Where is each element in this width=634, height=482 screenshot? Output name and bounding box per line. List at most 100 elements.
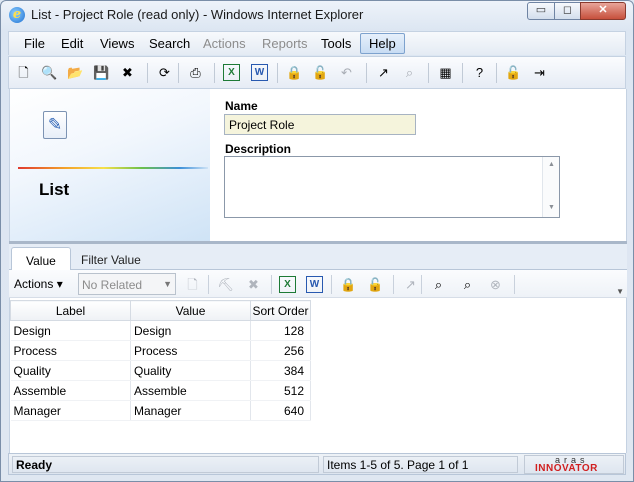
name-field[interactable]: [224, 114, 416, 135]
window-title: List - Project Role (read only) - Window…: [31, 7, 364, 22]
cell-label[interactable]: Design: [10, 320, 131, 341]
description-field[interactable]: ▲ ▼: [224, 156, 560, 218]
status-pagination: Items 1-5 of 5. Page 1 of 1: [323, 456, 518, 473]
new-icon[interactable]: 🗋: [15, 64, 32, 81]
cell-sort-order[interactable]: 384: [250, 360, 311, 381]
cell-value[interactable]: Manager: [130, 400, 251, 421]
toolbar-overflow-icon[interactable]: ▼: [616, 287, 624, 296]
open-icon[interactable]: 📂: [67, 64, 84, 81]
rainbow-divider: [18, 167, 208, 169]
toolbar-separator: [428, 63, 429, 83]
toolbar-separator: [208, 275, 209, 294]
maximize-button[interactable]: ◻: [554, 2, 581, 20]
unlock-relationship-icon[interactable]: 🔓: [367, 276, 384, 293]
related-select[interactable]: No Related ▼: [78, 273, 176, 295]
cell-sort-order[interactable]: 640: [250, 400, 311, 421]
toolbar-separator: [277, 63, 278, 83]
cancel-search-icon[interactable]: ⊗: [487, 276, 504, 293]
cell-value[interactable]: Process: [130, 340, 251, 361]
toolbar-separator: [462, 63, 463, 83]
undo-icon[interactable]: ↶: [338, 64, 355, 81]
relationship-grid: Label Value Sort Order Design Design 128…: [9, 298, 627, 453]
column-header-value[interactable]: Value: [130, 300, 251, 321]
grid-toolbar: Actions ▾ No Related ▼ ▼ 🗋 ⛏ ✖ X W 🔒 🔓 ↗ ⌕ ⌕ ⊗: [9, 270, 627, 298]
column-header-label[interactable]: Label: [10, 300, 131, 321]
table-row[interactable]: Manager Manager 640: [10, 400, 311, 421]
toolbar-separator: [496, 63, 497, 83]
toolbar-separator: [514, 275, 515, 294]
view-icon[interactable]: 🔍: [41, 64, 58, 81]
promote-relationship-icon[interactable]: ↗: [402, 276, 419, 293]
delete-icon[interactable]: ✖: [119, 64, 136, 81]
save-icon[interactable]: 💾: [93, 64, 110, 81]
toolbar-separator: [393, 275, 394, 294]
table-row[interactable]: Design Design 128: [10, 320, 311, 341]
cell-label[interactable]: Process: [10, 340, 131, 361]
pick-related-icon[interactable]: ⛏: [217, 276, 234, 293]
exit-icon[interactable]: ⇥: [531, 64, 548, 81]
main-toolbar: 🗋 🔍 📂 💾 ✖ ⟳ ⎙ X W 🔒 🔓 ↶ ↗ ⌕ ▦? 🔓 ⇥: [8, 56, 626, 89]
toolbar-separator: [214, 63, 215, 83]
unclaim-icon[interactable]: 🔓: [505, 64, 522, 81]
new-relationship-icon[interactable]: 🗋: [184, 276, 201, 293]
scroll-down-icon[interactable]: ▼: [548, 204, 555, 211]
menu-views[interactable]: Views: [100, 36, 134, 51]
word-icon[interactable]: W: [251, 64, 268, 81]
cell-sort-order[interactable]: 256: [250, 340, 311, 361]
name-label: Name: [225, 99, 258, 113]
browser-window: e List - Project Role (read only) - Wind…: [0, 0, 634, 482]
menu-search[interactable]: Search: [149, 36, 190, 51]
delete-relationship-icon[interactable]: ✖: [245, 276, 262, 293]
menu-edit[interactable]: Edit: [61, 36, 83, 51]
cell-label[interactable]: Quality: [10, 360, 131, 381]
cell-sort-order[interactable]: 128: [250, 320, 311, 341]
cell-label[interactable]: Assemble: [10, 380, 131, 401]
search-icon[interactable]: ⌕: [430, 276, 447, 293]
menu-file[interactable]: File: [24, 36, 45, 51]
toolbar-separator: [366, 63, 367, 83]
table-row[interactable]: Assemble Assemble 512: [10, 380, 311, 401]
print-icon[interactable]: ⎙: [187, 64, 204, 81]
tab-value[interactable]: Value: [11, 247, 71, 271]
toolbar-separator: [178, 63, 179, 83]
menu-tools[interactable]: Tools: [321, 36, 351, 51]
minimize-button[interactable]: ▭: [527, 2, 555, 20]
cell-sort-order[interactable]: 512: [250, 380, 311, 401]
excel-icon[interactable]: X: [223, 64, 240, 81]
refresh-icon[interactable]: ⟳: [156, 64, 173, 81]
table-row[interactable]: Quality Quality 384: [10, 360, 311, 381]
tab-filter-value[interactable]: Filter Value: [67, 247, 155, 271]
cell-value[interactable]: Design: [130, 320, 251, 341]
cell-value[interactable]: Assemble: [130, 380, 251, 401]
where-used-icon[interactable]: ⌕: [401, 64, 418, 81]
scroll-up-icon[interactable]: ▲: [548, 161, 555, 168]
menu-actions[interactable]: Actions: [203, 36, 246, 51]
help-icon[interactable]: ?: [471, 64, 488, 81]
internet-explorer-icon: e: [9, 7, 25, 23]
title-bar[interactable]: e List - Project Role (read only) - Wind…: [1, 1, 633, 29]
status-state: Ready: [12, 456, 319, 473]
relationship-tabs: Value Filter Value: [9, 244, 627, 271]
lock-relationship-icon[interactable]: 🔒: [340, 276, 357, 293]
clear-search-icon[interactable]: ⌕: [459, 276, 476, 293]
excel-export-icon[interactable]: X: [279, 276, 296, 293]
unlock-icon[interactable]: 🔓: [312, 64, 329, 81]
menu-help[interactable]: Help: [360, 33, 405, 54]
logo-innovator-text: INNOVATOR: [535, 463, 598, 474]
description-label: Description: [225, 142, 292, 156]
cell-label[interactable]: Manager: [10, 400, 131, 421]
promote-icon[interactable]: ↗: [375, 64, 392, 81]
menu-bar: File Edit Views Search Actions Reports T…: [8, 31, 626, 55]
lock-icon[interactable]: 🔒: [286, 64, 303, 81]
word-export-icon[interactable]: W: [306, 276, 323, 293]
menu-reports[interactable]: Reports: [262, 36, 308, 51]
structure-icon[interactable]: ▦: [437, 64, 454, 81]
description-scrollbar[interactable]: ▲ ▼: [542, 157, 559, 217]
column-header-sort-order[interactable]: Sort Order: [250, 300, 311, 321]
actions-menu[interactable]: Actions ▾: [14, 277, 63, 291]
close-button[interactable]: ✕: [580, 2, 626, 20]
table-row[interactable]: Process Process 256: [10, 340, 311, 361]
list-icon: ✎: [43, 111, 67, 139]
cell-value[interactable]: Quality: [130, 360, 251, 381]
status-bar: Ready Items 1-5 of 5. Page 1 of 1 aras I…: [8, 453, 626, 475]
